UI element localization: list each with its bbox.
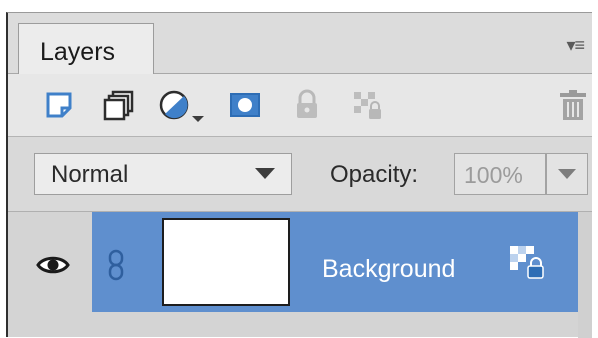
layer-lock-icon [510, 246, 544, 279]
adjustment-layer-icon[interactable] [158, 88, 206, 122]
chevron-down-icon [558, 169, 576, 179]
blend-mode-dropdown[interactable]: Normal [34, 153, 292, 195]
blend-options-row: Normal Opacity: 100% [8, 137, 592, 212]
link-icon[interactable] [106, 248, 126, 282]
opacity-input[interactable]: 100% [454, 153, 546, 195]
lock-icon[interactable] [290, 88, 324, 122]
tab-layers[interactable]: Layers [18, 23, 154, 74]
layers-panel: Layers ▾≡ Normal Opacity: 100% Backgroun… [6, 12, 592, 338]
layer-name[interactable]: Background [322, 255, 455, 284]
opacity-dropdown-button[interactable] [546, 153, 588, 195]
layer-row[interactable]: Background [8, 212, 592, 316]
scrollbar[interactable] [578, 212, 592, 338]
opacity-label: Opacity: [330, 161, 419, 188]
panel-menu-icon[interactable]: ▾≡ [566, 35, 585, 56]
lock-transparency-icon[interactable] [350, 88, 384, 122]
selected-layer[interactable]: Background [92, 212, 578, 312]
opacity-value: 100% [464, 162, 523, 188]
layer-mask-icon[interactable] [228, 88, 262, 122]
new-layer-icon[interactable] [42, 88, 76, 122]
panel-header: Layers ▾≡ [8, 13, 592, 74]
screenshot-frame: Layers ▾≡ Normal Opacity: 100% Backgroun… [0, 0, 598, 338]
blend-mode-value: Normal [51, 161, 129, 188]
trash-icon[interactable] [556, 88, 590, 122]
tab-label: Layers [40, 38, 116, 66]
layers-toolbar [8, 74, 592, 137]
eye-icon[interactable] [36, 248, 70, 282]
layer-thumbnail[interactable] [162, 218, 290, 306]
chevron-down-icon [255, 168, 275, 179]
layer-group-icon[interactable] [102, 88, 136, 122]
